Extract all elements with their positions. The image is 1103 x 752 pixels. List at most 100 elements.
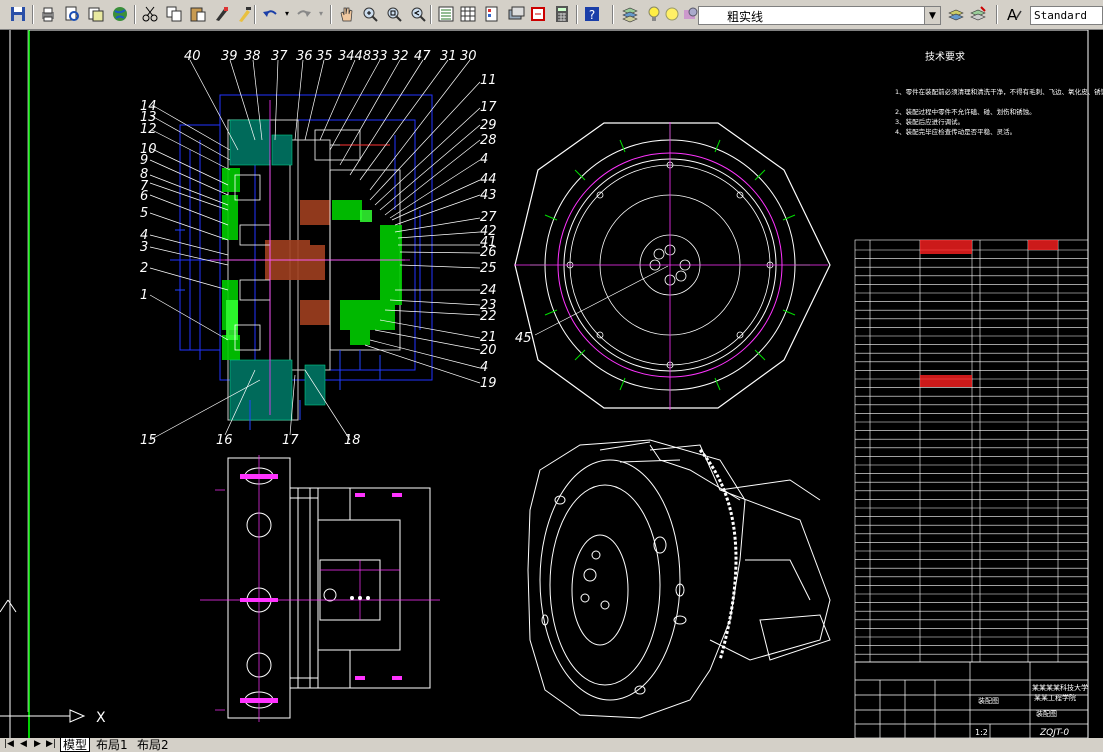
cut-icon[interactable] (140, 4, 160, 24)
top-view (200, 455, 440, 722)
svg-text:28: 28 (480, 133, 497, 148)
svg-text:17: 17 (480, 100, 497, 115)
undo-icon[interactable] (260, 4, 280, 24)
zoom-previous-icon[interactable] (408, 4, 428, 24)
svg-text:40: 40 (184, 49, 201, 64)
svg-text:44: 44 (480, 172, 497, 187)
save-icon[interactable] (8, 4, 28, 24)
next-tab-icon[interactable]: ▶ (34, 739, 41, 749)
svg-text:4、装配完毕应检查传动是否平稳、灵活。: 4、装配完毕应检查传动是否平稳、灵活。 (895, 127, 1016, 136)
svg-text:47: 47 (414, 49, 431, 64)
markup-icon[interactable] (528, 4, 548, 24)
match-properties-icon[interactable] (212, 4, 232, 24)
svg-text:32: 32 (392, 49, 409, 64)
svg-text:37: 37 (271, 49, 288, 64)
zoom-window-icon[interactable] (384, 4, 404, 24)
help-icon[interactable]: ? (582, 4, 602, 24)
svg-text:4: 4 (480, 360, 488, 375)
brush-icon[interactable] (234, 4, 254, 24)
sun-icon[interactable] (662, 4, 682, 24)
svg-text:16: 16 (216, 433, 233, 448)
layer-dropdown-value: 粗实线 (727, 10, 764, 24)
svg-text:26: 26 (480, 245, 497, 260)
svg-text:22: 22 (480, 309, 497, 324)
svg-text:2、装配过程中零件不允许磕、碰、划伤和锈蚀。: 2、装配过程中零件不允许磕、碰、划伤和锈蚀。 (895, 107, 1036, 116)
redo-dropdown-icon[interactable]: ▾ (316, 4, 326, 24)
zoom-realtime-icon[interactable] (360, 4, 380, 24)
prev-tab-icon[interactable]: ◀ (20, 739, 27, 749)
layout-tab-bar: |◀ ◀ ▶ ▶| 模型 布局1 布局2 (0, 738, 1103, 752)
svg-text:?: ? (589, 8, 595, 22)
parts-list (854, 239, 1089, 663)
front-view: 45 (514, 122, 831, 410)
drawing-canvas[interactable]: X 40 39 38 37 36 35 3448 33 32 47 31 30 … (0, 29, 1103, 739)
last-tab-icon[interactable]: ▶| (46, 739, 56, 749)
print-icon[interactable] (38, 4, 58, 24)
standard-toolbar: ▾ ▾ ? 粗实线 ▼ A Standard (0, 0, 1103, 30)
pan-icon[interactable] (336, 4, 356, 24)
svg-text:4: 4 (480, 152, 488, 167)
title-university: 某某某某科技大学 (1032, 683, 1088, 692)
svg-text:36: 36 (296, 49, 313, 64)
tab-model[interactable]: 模型 (60, 738, 91, 752)
ucs-x-label: X (96, 710, 106, 726)
undo-dropdown-icon[interactable]: ▾ (282, 4, 292, 24)
lock-icon[interactable] (680, 4, 700, 24)
section-view: 40 39 38 37 36 35 3448 33 32 47 31 30 14… (140, 49, 497, 448)
svg-text:20: 20 (480, 343, 497, 358)
sheet-set-icon[interactable] (506, 4, 526, 24)
svg-text:39: 39 (221, 49, 238, 64)
ucs-icon: X (0, 599, 106, 726)
layer-manager-icon[interactable] (620, 4, 640, 24)
svg-text:17: 17 (282, 433, 299, 448)
svg-text:3448: 3448 (338, 49, 371, 64)
print-preview-icon[interactable] (62, 4, 82, 24)
paste-icon[interactable] (188, 4, 208, 24)
title-block: 某某某某科技大学 某某工程学院 装配图 装配图 ZQJT-0 1:2 (854, 661, 1089, 739)
svg-text:31: 31 (440, 49, 457, 64)
svg-text:2: 2 (140, 261, 148, 276)
svg-text:技术要求: 技术要求 (925, 50, 965, 63)
svg-text:12: 12 (140, 122, 157, 137)
globe-icon[interactable] (110, 4, 130, 24)
text-style-dropdown[interactable]: Standard (1030, 6, 1103, 25)
tab-layout2[interactable]: 布局2 (135, 738, 171, 752)
svg-text:3: 3 (140, 240, 148, 255)
svg-text:25: 25 (480, 261, 497, 276)
tool-palettes-icon[interactable] (482, 4, 502, 24)
svg-text:3、装配后应进行调试。: 3、装配后应进行调试。 (895, 117, 964, 126)
svg-text:1: 1 (140, 288, 148, 303)
calculator-icon[interactable] (552, 4, 572, 24)
svg-text:30: 30 (460, 49, 477, 64)
title-drawing-name: 装配图 (978, 696, 999, 705)
tab-layout1[interactable]: 布局1 (94, 738, 130, 752)
svg-text:9: 9 (140, 153, 148, 168)
svg-text:27: 27 (480, 210, 497, 225)
text-style-icon[interactable]: A (1004, 4, 1024, 24)
chevron-down-icon[interactable]: ▼ (924, 7, 940, 24)
properties-icon[interactable] (436, 4, 456, 24)
svg-text:19: 19 (480, 376, 497, 391)
svg-text:18: 18 (344, 433, 361, 448)
svg-text:24: 24 (480, 283, 497, 298)
layer-dropdown[interactable]: 粗实线 ▼ (698, 6, 941, 25)
title-drawing-name-2: 装配图 (1036, 709, 1057, 718)
svg-text:1、零件在装配前必须清理和清洗干净，不得有毛刺、飞边、氧化皮: 1、零件在装配前必须清理和清洗干净，不得有毛刺、飞边、氧化皮、锈蚀、切屑、油污、… (895, 87, 1103, 96)
svg-text:11: 11 (480, 73, 497, 88)
svg-text:15: 15 (140, 433, 157, 448)
svg-text:6: 6 (140, 189, 148, 204)
technical-requirements: 技术要求 1、零件在装配前必须清理和清洗干净，不得有毛刺、飞边、氧化皮、锈蚀、切… (895, 50, 1103, 136)
title-scale: 1:2 (975, 728, 988, 737)
lightbulb-icon[interactable] (644, 4, 664, 24)
svg-text:38: 38 (244, 49, 261, 64)
publish-icon[interactable] (86, 4, 106, 24)
first-tab-icon[interactable]: |◀ (4, 739, 14, 749)
design-center-icon[interactable] (458, 4, 478, 24)
copy-icon[interactable] (164, 4, 184, 24)
svg-text:35: 35 (316, 49, 333, 64)
svg-text:45: 45 (515, 331, 532, 346)
svg-text:33: 33 (371, 49, 388, 64)
layer-state-icon[interactable] (968, 4, 988, 24)
make-current-icon[interactable] (946, 4, 966, 24)
redo-icon[interactable] (294, 4, 314, 24)
